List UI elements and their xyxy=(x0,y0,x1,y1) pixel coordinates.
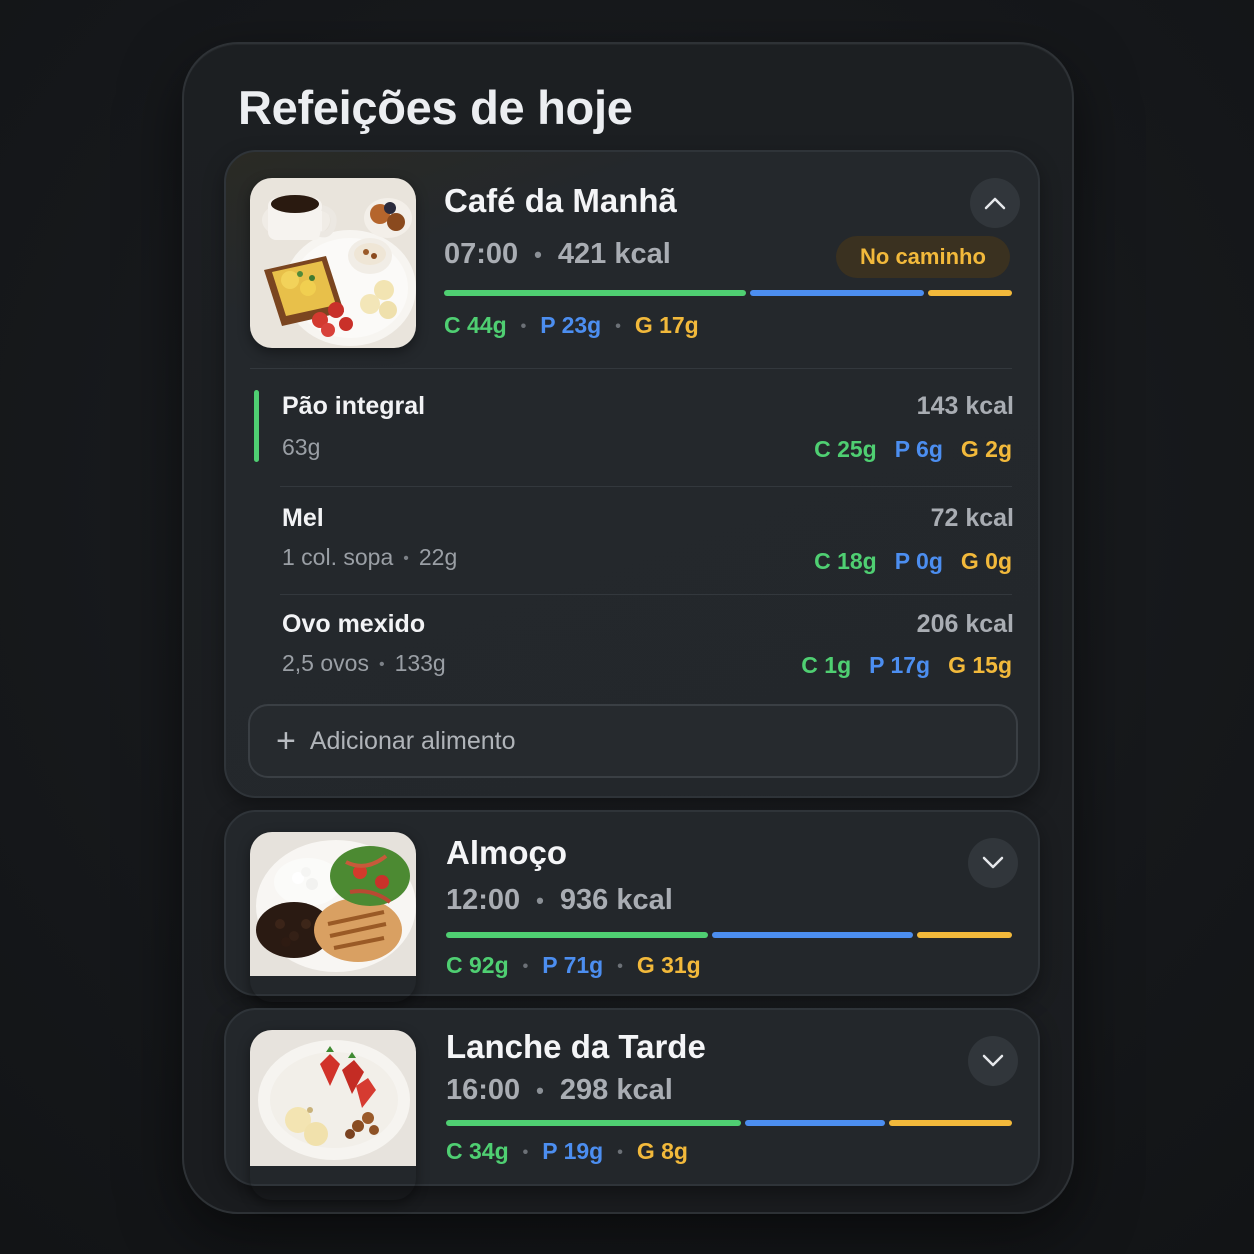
separator-dot: • xyxy=(536,1078,544,1104)
food-name: Mel xyxy=(282,504,324,532)
macro-summary: C 92g • P 71g • G 31g xyxy=(446,952,701,979)
food-portion-weight: 22g xyxy=(418,544,458,570)
add-food-button[interactable]: + Adicionar alimento xyxy=(248,704,1018,778)
macro-fat: G 8g xyxy=(636,1138,688,1164)
expand-button[interactable] xyxy=(968,838,1018,888)
meal-card-breakfast: Café da Manhã 07:00 • 421 kcal No caminho … xyxy=(224,150,1040,798)
page-title: Refeições de hoje xyxy=(238,81,633,134)
separator-dot: • xyxy=(536,888,544,914)
food-portion-amount: 1 col. sopa xyxy=(282,544,394,570)
status-badge: No caminho xyxy=(836,236,1010,278)
food-protein: P 0g xyxy=(894,548,943,574)
macro-bar-carbs xyxy=(444,290,746,296)
macro-carbs: C 92g xyxy=(446,952,509,978)
separator-dot: • xyxy=(617,957,623,975)
food-portion: 63g xyxy=(282,434,320,461)
food-portion-amount: 2,5 ovos xyxy=(282,650,369,676)
macro-protein: P 19g xyxy=(542,1138,604,1164)
meal-time: 12:00 xyxy=(446,884,521,916)
meal-time: 07:00 xyxy=(444,238,519,270)
macro-protein: P 23g xyxy=(540,312,602,338)
chevron-down-icon xyxy=(982,1054,1004,1067)
separator-dot: • xyxy=(378,655,385,673)
food-kcal: 206 kcal xyxy=(916,610,1014,638)
macro-bar-fat xyxy=(889,1120,1012,1126)
collapse-button[interactable] xyxy=(970,178,1020,228)
food-macros: C 1g P 17g G 15g xyxy=(783,652,1012,679)
macro-fat: G 31g xyxy=(636,952,701,978)
macro-summary: C 34g • P 19g • G 8g xyxy=(446,1138,688,1165)
macro-carbs: C 34g xyxy=(446,1138,509,1164)
food-fat: G 2g xyxy=(960,436,1012,462)
food-macros: C 25g P 6g G 2g xyxy=(796,436,1012,463)
macro-carbs: C 44g xyxy=(444,312,507,338)
meal-kcal: 936 kcal xyxy=(559,884,673,916)
expand-button[interactable] xyxy=(968,1036,1018,1086)
lunch-photo xyxy=(250,832,416,1002)
macro-bar-protein xyxy=(745,1120,886,1126)
add-food-label: Adicionar alimento xyxy=(309,726,516,755)
food-item[interactable]: Ovo mexido 2,5 ovos • 133g 206 kcal C 1g P … xyxy=(226,594,1042,702)
separator-dot: • xyxy=(403,549,409,567)
separator-dot: • xyxy=(534,242,542,268)
meal-card-snack[interactable]: Lanche da Tarde 16:00 • 298 kcal C 34g • P 1… xyxy=(224,1008,1040,1186)
food-kcal: 72 kcal xyxy=(930,504,1014,532)
food-name: Ovo mexido xyxy=(282,610,426,638)
meal-meta: 12:00 • 936 kcal xyxy=(446,884,673,917)
macro-bar xyxy=(446,1120,1012,1126)
macro-protein: P 71g xyxy=(542,952,604,978)
breakfast-photo xyxy=(250,178,416,348)
food-fat: G 15g xyxy=(948,652,1012,678)
separator-dot: • xyxy=(522,1143,529,1161)
food-carbs: C 1g xyxy=(801,652,852,678)
food-item[interactable]: Mel 1 col. sopa • 22g 72 kcal C 18g P 0g G 0… xyxy=(226,486,1042,594)
plus-icon: + xyxy=(276,722,296,760)
food-protein: P 6g xyxy=(894,436,943,462)
macro-bar-protein xyxy=(750,290,924,296)
macro-bar xyxy=(446,932,1012,938)
separator-dot: • xyxy=(617,1143,623,1161)
macro-bar-carbs xyxy=(446,1120,742,1126)
macro-bar-fat xyxy=(917,932,1012,938)
food-fat: G 0g xyxy=(960,548,1012,574)
food-portion-weight: 133g xyxy=(394,650,446,676)
food-portion: 1 col. sopa • 22g xyxy=(282,544,457,571)
food-portion: 2,5 ovos • 133g xyxy=(282,650,446,677)
food-kcal: 143 kcal xyxy=(916,392,1014,420)
macro-bar xyxy=(444,290,1012,296)
food-macros: C 18g P 0g G 0g xyxy=(796,548,1012,575)
meal-meta: 16:00 • 298 kcal xyxy=(446,1074,673,1107)
snack-photo xyxy=(250,1030,416,1200)
macro-fat: G 17g xyxy=(634,312,699,338)
food-carbs: C 25g xyxy=(814,436,877,462)
chevron-up-icon xyxy=(984,197,1006,210)
meal-name: Café da Manhã xyxy=(444,182,677,219)
macro-bar-carbs xyxy=(446,932,708,938)
meal-name: Lanche da Tarde xyxy=(446,1028,706,1065)
food-item[interactable]: Pão integral 63g 143 kcal C 25g P 6g G 2g xyxy=(226,368,1042,486)
separator-dot: • xyxy=(615,317,621,335)
meal-name: Almoço xyxy=(446,834,568,871)
meal-kcal: 421 kcal xyxy=(557,238,671,270)
meals-panel: Refeições de hoje Café da Manhã 07:00 • … xyxy=(182,42,1074,1214)
food-name: Pão integral xyxy=(282,392,426,420)
separator-dot: • xyxy=(522,957,529,975)
meal-time: 16:00 xyxy=(446,1074,521,1106)
selected-accent-bar xyxy=(254,390,259,462)
separator-dot: • xyxy=(520,317,527,335)
food-protein: P 17g xyxy=(869,652,931,678)
food-portion-amount: 63g xyxy=(282,434,321,460)
macro-summary: C 44g • P 23g • G 17g xyxy=(444,312,699,339)
meal-kcal: 298 kcal xyxy=(559,1074,673,1106)
meal-card-lunch[interactable]: Almoço 12:00 • 936 kcal C 92g • P 71g • G 31g xyxy=(224,810,1040,996)
macro-bar-fat xyxy=(928,290,1012,296)
macro-bar-protein xyxy=(712,932,913,938)
chevron-down-icon xyxy=(982,856,1004,869)
food-carbs: C 18g xyxy=(814,548,877,574)
meal-meta: 07:00 • 421 kcal xyxy=(444,238,671,271)
